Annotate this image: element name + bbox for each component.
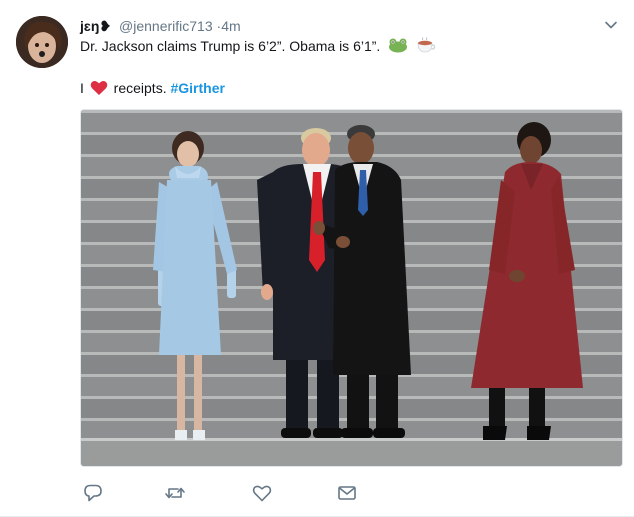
tweet-photo[interactable] bbox=[80, 109, 623, 467]
frog-emoji bbox=[388, 37, 408, 58]
heart-emoji bbox=[90, 80, 108, 101]
direct-message-icon[interactable] bbox=[336, 482, 358, 504]
tweet-header: jɛŋ❥ @jennerific713 ·4m bbox=[80, 16, 594, 36]
hashtag-link[interactable]: #Girther bbox=[170, 80, 224, 96]
tweet-text-end: receipts. bbox=[113, 80, 167, 96]
tweet-text: Dr. Jackson claims Trump is 6’2”. Obama … bbox=[80, 38, 381, 54]
tweet-text-line-2: I receipts. #Girther bbox=[80, 78, 225, 101]
tweet-card[interactable]: jɛŋ❥ @jennerific713 ·4m Dr. Jackson clai… bbox=[0, 0, 634, 517]
reply-icon[interactable] bbox=[82, 482, 104, 504]
chevron-down-icon[interactable] bbox=[602, 16, 620, 34]
tea-cup-emoji bbox=[416, 37, 436, 58]
tweet-text-start: I bbox=[80, 80, 84, 96]
tweet-actions bbox=[80, 482, 380, 506]
retweet-icon[interactable] bbox=[164, 482, 186, 504]
display-name[interactable]: jɛŋ❥ bbox=[80, 18, 111, 34]
like-icon[interactable] bbox=[251, 482, 273, 504]
tweet-text-line-1: Dr. Jackson claims Trump is 6’2”. Obama … bbox=[80, 36, 436, 58]
user-handle[interactable]: @jennerific713 bbox=[119, 18, 213, 34]
timestamp[interactable]: 4m bbox=[221, 18, 240, 34]
avatar[interactable] bbox=[16, 16, 68, 68]
